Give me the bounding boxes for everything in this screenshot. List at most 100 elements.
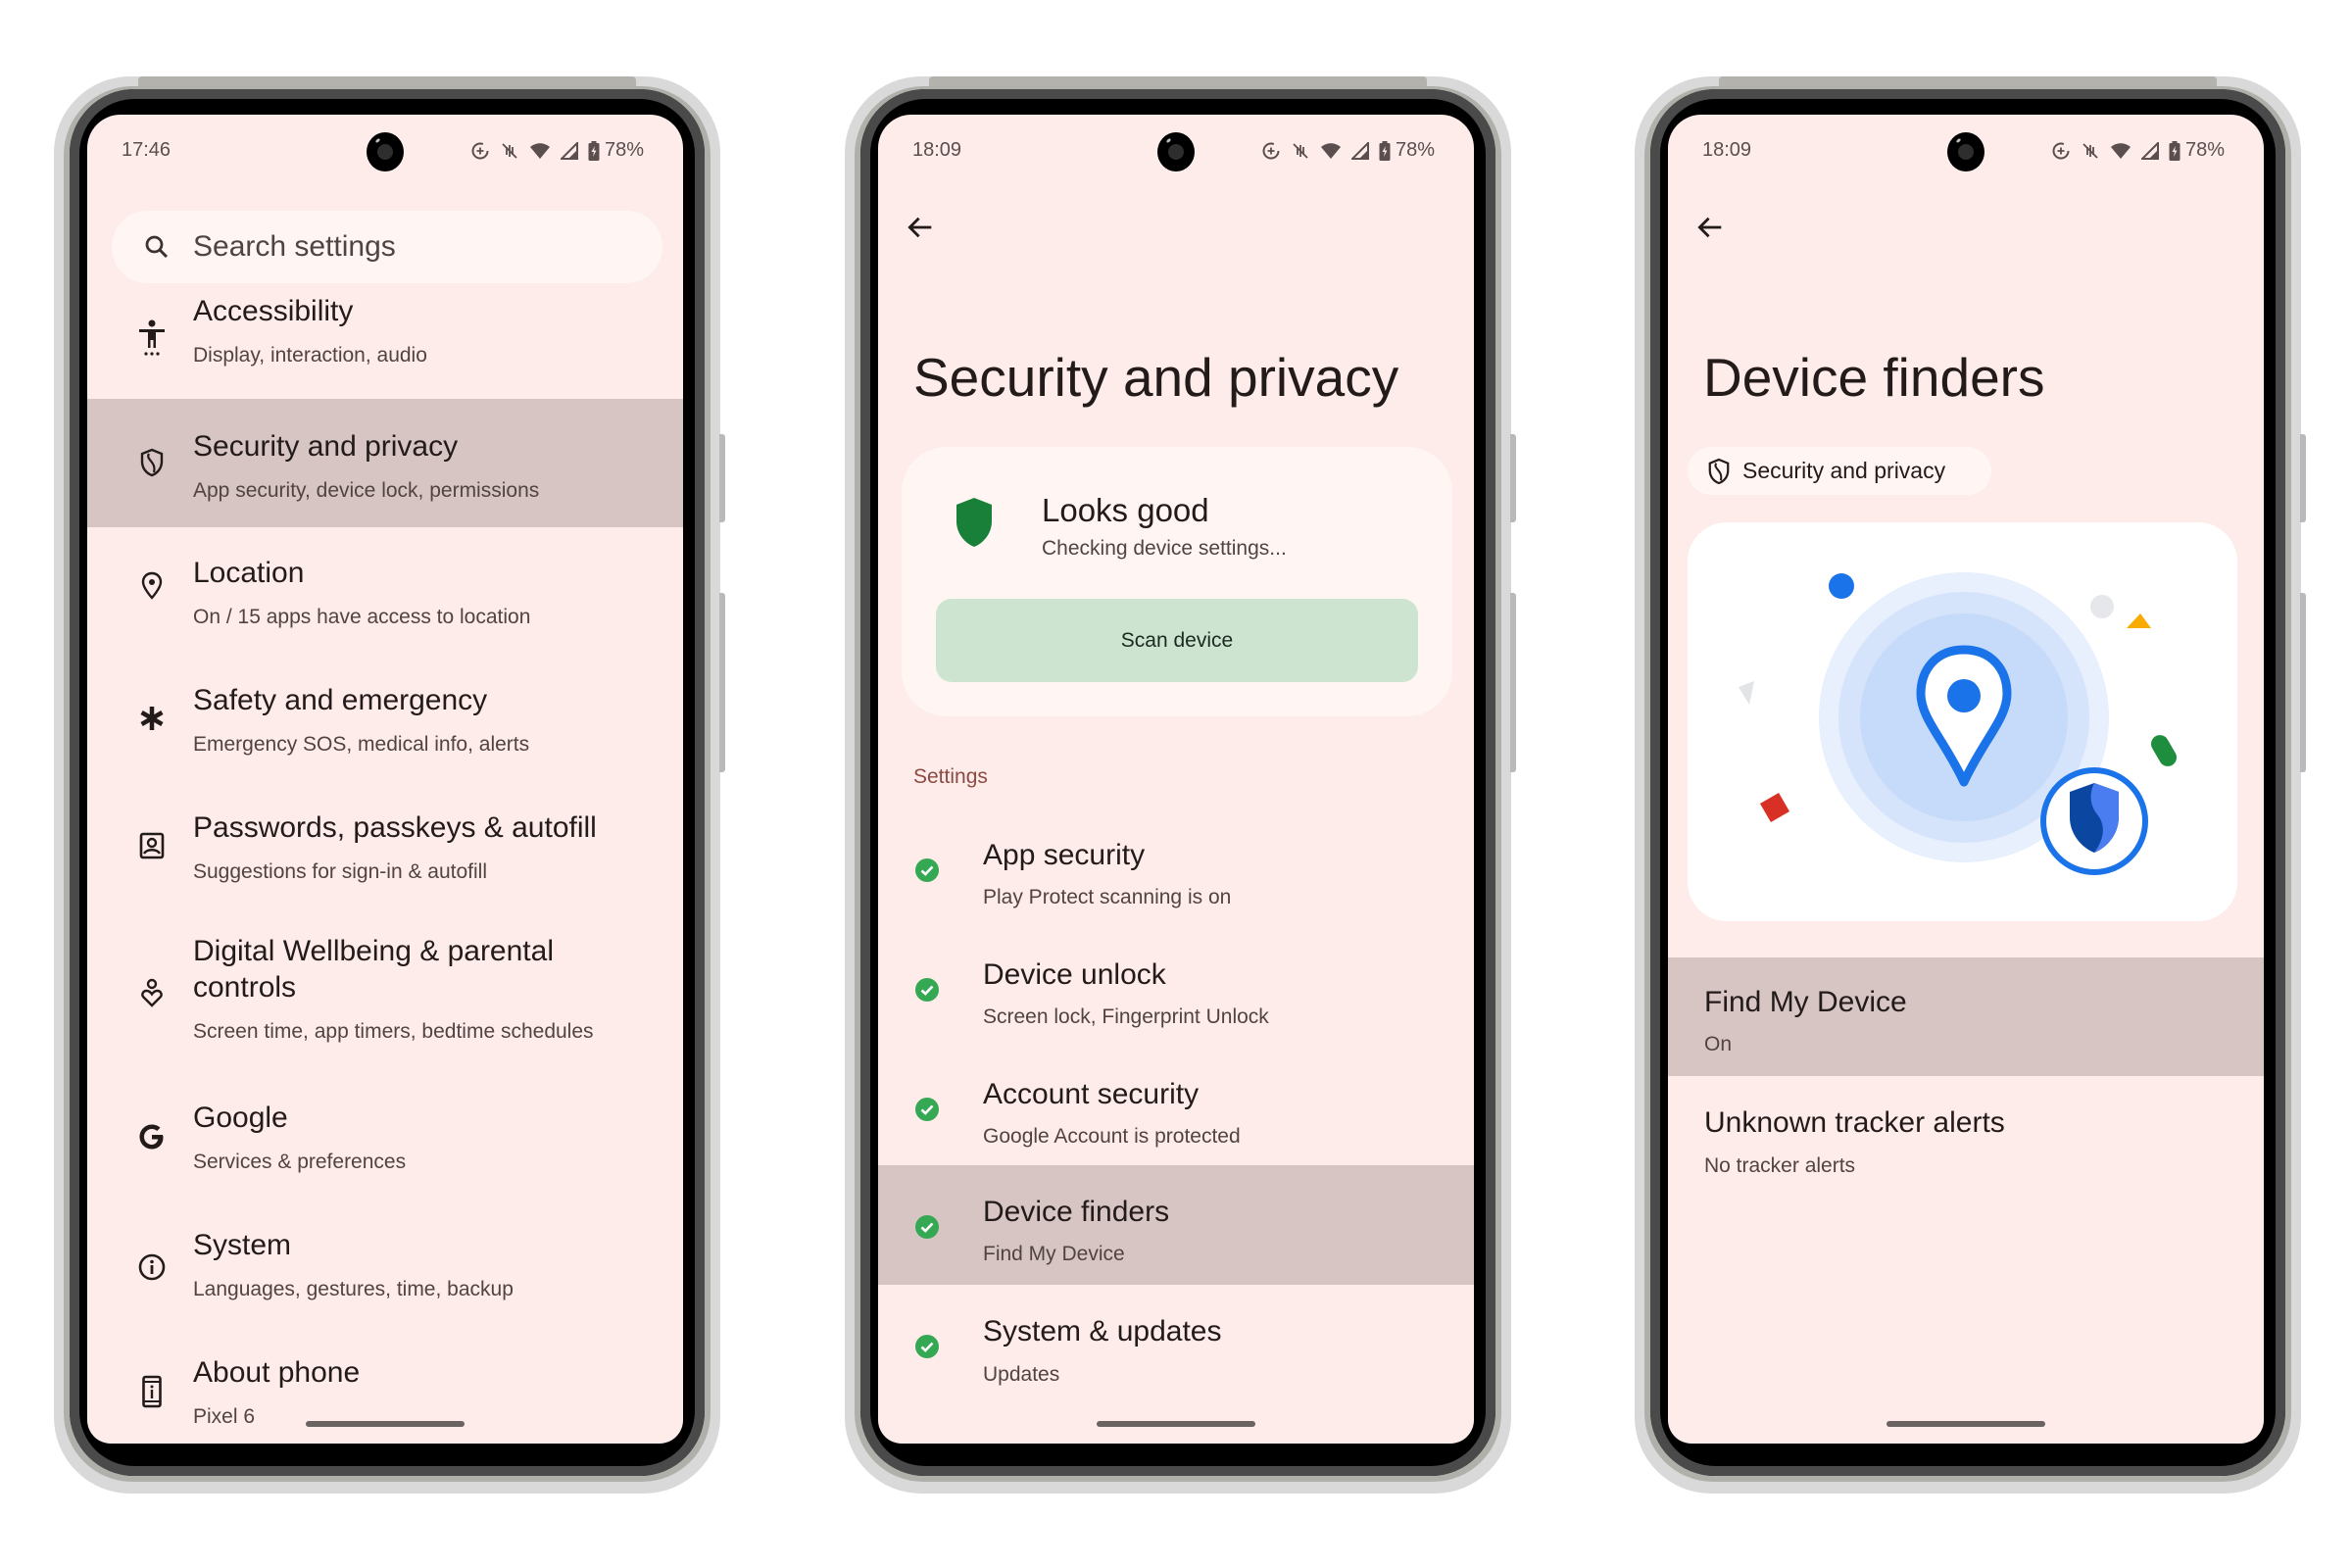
- green-shield-icon: [956, 498, 992, 547]
- status-time: 17:46: [122, 139, 172, 161]
- check-circle-icon: [915, 858, 939, 882]
- home-indicator[interactable]: [1097, 1421, 1255, 1427]
- google-g-icon: [135, 1120, 169, 1153]
- power-button: [2300, 434, 2306, 522]
- home-indicator[interactable]: [306, 1421, 465, 1427]
- confetti-red-square: [1759, 792, 1790, 823]
- wifi-icon: [1320, 142, 1342, 160]
- data-saver-icon: [1261, 141, 1281, 161]
- item-subtitle: Emergency SOS, medical info, alerts: [193, 733, 530, 756]
- back-arrow-icon[interactable]: [1693, 211, 1727, 244]
- settings-item-digital-wellbeing[interactable]: Digital Wellbeing & parental controls Sc…: [87, 909, 683, 1076]
- phone-security-privacy: 18:09 78% Security and privacy Looks goo…: [845, 76, 1516, 1494]
- signal-icon: [1350, 141, 1369, 160]
- breadcrumb-chip-security-privacy[interactable]: Security and privacy: [1688, 447, 1991, 495]
- screen: 17:46 78% Search settings Accessibility …: [87, 115, 683, 1444]
- scan-device-button[interactable]: Scan device: [936, 599, 1418, 682]
- wifi-icon: [529, 142, 551, 160]
- security-item-system-updates[interactable]: System & updates Updates: [878, 1285, 1474, 1404]
- settings-item-security-privacy[interactable]: Security and privacy App security, devic…: [87, 399, 683, 527]
- confetti-grey-dot: [2090, 595, 2114, 618]
- status-time: 18:09: [912, 139, 962, 161]
- security-item-device-unlock[interactable]: Device unlock Screen lock, Fingerprint U…: [878, 930, 1474, 1050]
- power-button: [1510, 434, 1516, 522]
- volume-button: [719, 593, 725, 772]
- home-indicator[interactable]: [1886, 1421, 2045, 1427]
- item-title: About phone: [193, 1356, 361, 1389]
- settings-item-safety-emergency[interactable]: Safety and emergency Emergency SOS, medi…: [87, 655, 683, 782]
- screen: 18:09 78% Device finders Security and pr…: [1668, 115, 2264, 1444]
- status-subtitle: Checking device settings...: [1042, 537, 1287, 560]
- item-subtitle: Play Protect scanning is on: [983, 886, 1232, 908]
- accessibility-icon: [135, 319, 169, 356]
- device-finder-item-find-my-device[interactable]: Find My Device On: [1668, 957, 2264, 1076]
- battery-charging-icon: [2169, 140, 2180, 161]
- item-subtitle: Find My Device: [983, 1243, 1125, 1265]
- item-title: Passwords, passkeys & autofill: [193, 811, 597, 844]
- wellbeing-icon: [135, 977, 169, 1010]
- item-title: Accessibility: [193, 295, 354, 327]
- confetti-blue-dot: [1829, 573, 1854, 599]
- item-title: System & updates: [983, 1315, 1222, 1348]
- location-pin-shield-illustration: [1739, 572, 2177, 875]
- vibrate-off-icon: [2081, 141, 2100, 161]
- security-item-device-finders[interactable]: Device finders Find My Device: [878, 1165, 1474, 1285]
- item-subtitle: App security, device lock, permissions: [193, 479, 540, 502]
- device-finder-item-unknown-tracker-alerts[interactable]: Unknown tracker alerts No tracker alerts: [1668, 1076, 2264, 1195]
- battery-percent: 78%: [604, 139, 644, 161]
- item-title: Google: [193, 1102, 288, 1134]
- signal-icon: [2140, 141, 2159, 160]
- security-item-app-security[interactable]: App security Play Protect scanning is on: [878, 810, 1474, 930]
- shield-icon: [135, 446, 169, 479]
- check-circle-icon: [915, 978, 939, 1002]
- item-subtitle: Suggestions for sign-in & autofill: [193, 860, 487, 883]
- camera-cutout: [1157, 132, 1195, 172]
- status-icons: 78%: [2051, 139, 2225, 162]
- item-subtitle: Display, interaction, audio: [193, 344, 427, 367]
- back-arrow-icon[interactable]: [904, 211, 937, 244]
- shield-icon: [1708, 458, 1730, 484]
- battery-percent: 78%: [1395, 139, 1435, 161]
- settings-item-location[interactable]: Location On / 15 apps have access to loc…: [87, 527, 683, 655]
- security-status-card: Looks good Checking device settings... S…: [902, 447, 1452, 716]
- item-title: Device unlock: [983, 958, 1166, 991]
- camera-cutout: [367, 132, 404, 172]
- item-title-line2: controls: [193, 971, 297, 1004]
- status-icons: 78%: [470, 139, 644, 162]
- status-time: 18:09: [1702, 139, 1752, 161]
- item-subtitle: Screen lock, Fingerprint Unlock: [983, 1005, 1269, 1028]
- item-subtitle: Languages, gestures, time, backup: [193, 1278, 514, 1300]
- settings-item-system[interactable]: System Languages, gestures, time, backup: [87, 1203, 683, 1331]
- settings-item-google[interactable]: Google Services & preferences: [87, 1076, 683, 1203]
- wifi-icon: [2110, 142, 2132, 160]
- search-icon: [145, 235, 169, 259]
- item-subtitle: Services & preferences: [193, 1151, 407, 1173]
- phone-settings-main: 17:46 78% Search settings Accessibility …: [54, 76, 725, 1494]
- status-title: Looks good: [1042, 492, 1209, 528]
- chip-label: Security and privacy: [1742, 458, 1946, 483]
- search-settings-bar[interactable]: Search settings: [112, 211, 662, 283]
- check-circle-icon: [915, 1335, 939, 1358]
- confetti-grey-triangle: [1739, 681, 1754, 705]
- data-saver-icon: [470, 141, 490, 161]
- item-subtitle: Updates: [983, 1363, 1060, 1386]
- item-title: System: [193, 1229, 292, 1261]
- page-title: Security and privacy: [913, 347, 1399, 408]
- section-header-settings: Settings: [913, 765, 988, 788]
- security-item-account-security[interactable]: Account security Google Account is prote…: [878, 1050, 1474, 1169]
- volume-button: [2300, 593, 2306, 772]
- check-circle-icon: [915, 1215, 939, 1239]
- item-subtitle: Pixel 6: [193, 1405, 256, 1428]
- item-subtitle: On / 15 apps have access to location: [193, 606, 531, 628]
- item-subtitle: Google Account is protected: [983, 1125, 1241, 1148]
- account-box-icon: [135, 829, 169, 862]
- settings-item-passwords-autofill[interactable]: Passwords, passkeys & autofill Suggestio…: [87, 782, 683, 909]
- signal-icon: [560, 141, 578, 160]
- item-title: Unknown tracker alerts: [1704, 1106, 2005, 1139]
- device-finder-illustration: [1688, 522, 2237, 921]
- screen: 18:09 78% Security and privacy Looks goo…: [878, 115, 1474, 1444]
- item-title: Location: [193, 557, 305, 589]
- item-subtitle: No tracker alerts: [1704, 1154, 1856, 1177]
- settings-item-accessibility[interactable]: Accessibility Display, interaction, audi…: [87, 284, 683, 399]
- location-pin-icon: [135, 569, 169, 603]
